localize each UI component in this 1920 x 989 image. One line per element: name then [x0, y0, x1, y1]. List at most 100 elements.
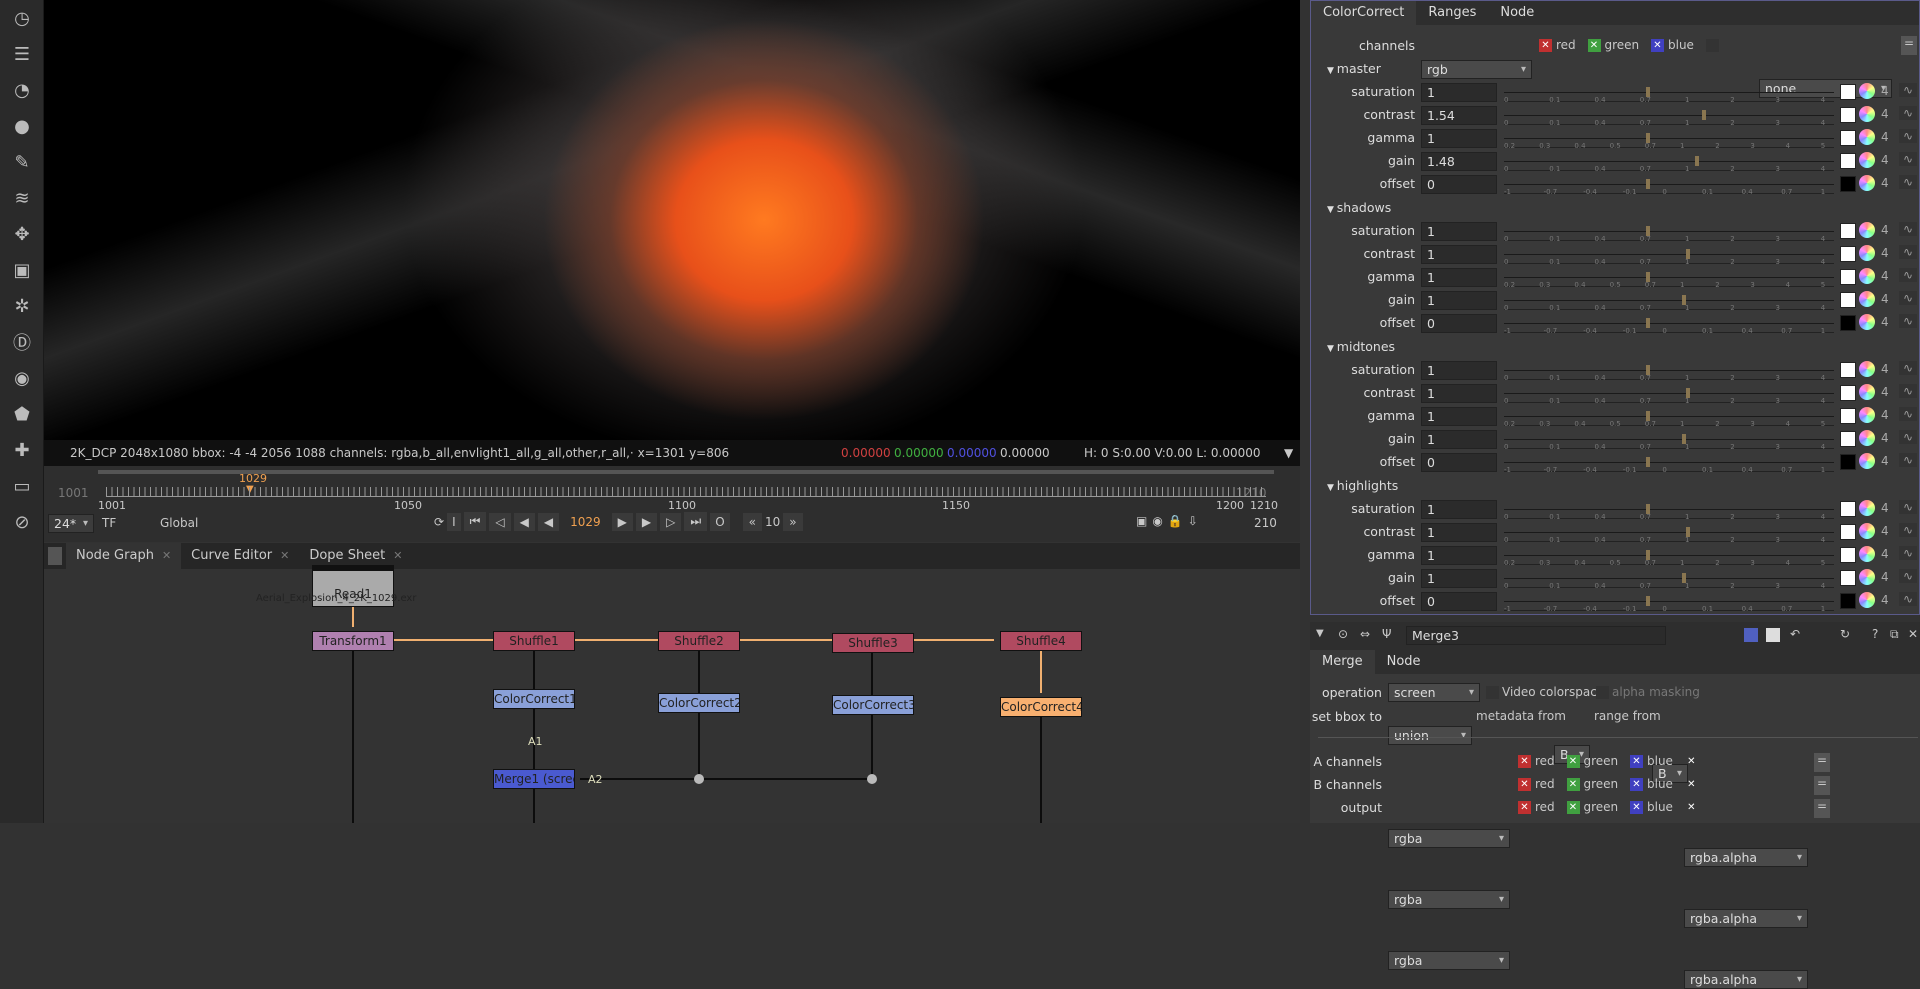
red-checkbox[interactable]: ✕: [1518, 778, 1531, 791]
slider-handle[interactable]: [1645, 550, 1650, 560]
shadows-contrast-field[interactable]: 1: [1421, 245, 1497, 264]
node-transform1[interactable]: Transform1: [312, 631, 394, 651]
float-icon[interactable]: ⧉: [1890, 627, 1899, 642]
mask-dropdown[interactable]: rgba.alpha: [1684, 970, 1808, 989]
move-icon[interactable]: ✥: [0, 216, 44, 252]
color-picker-icon[interactable]: [1859, 546, 1875, 562]
out-point-button[interactable]: O: [710, 512, 730, 531]
close-icon[interactable]: ✕: [1908, 627, 1918, 641]
drive-icon[interactable]: ▭: [0, 468, 44, 504]
alpha-masking-checkbox[interactable]: [1596, 686, 1609, 699]
node-merge1[interactable]: Merge1 (screen): [493, 769, 575, 789]
curve-icon[interactable]: ∿: [1899, 129, 1917, 143]
color-swatch[interactable]: [1840, 315, 1856, 331]
section-master[interactable]: ▼ master: [1327, 61, 1381, 76]
channel-count[interactable]: 4: [1881, 315, 1889, 329]
color-swatch[interactable]: [1840, 292, 1856, 308]
channel-count[interactable]: 4: [1881, 246, 1889, 260]
color-swatch[interactable]: [1840, 454, 1856, 470]
slider-handle[interactable]: [1695, 156, 1700, 166]
channel-count[interactable]: 4: [1881, 84, 1889, 98]
skip-forward-icon[interactable]: »: [783, 512, 803, 531]
tab-merge[interactable]: Merge: [1310, 650, 1375, 674]
curve-icon[interactable]: ∿: [1899, 314, 1917, 328]
link-button[interactable]: =: [1814, 753, 1830, 772]
eye-icon[interactable]: ◉: [0, 360, 44, 396]
color-picker-icon[interactable]: [1859, 175, 1875, 191]
channel-count[interactable]: 4: [1881, 107, 1889, 121]
channels-dropdown[interactable]: rgb: [1421, 60, 1532, 79]
undo-icon[interactable]: ↶: [1790, 627, 1800, 641]
frame-range-field[interactable]: 210: [1254, 516, 1277, 530]
tab-colorcorrect[interactable]: ColorCorrect: [1311, 1, 1417, 25]
slider-handle[interactable]: [1645, 504, 1650, 514]
highlights-contrast-slider[interactable]: 0 0.1 0.4 0.7 1 2 3 4: [1504, 523, 1834, 544]
node-shuffle1[interactable]: Shuffle1: [493, 631, 575, 651]
start-frame[interactable]: 1001: [58, 486, 89, 500]
shadows-offset-slider[interactable]: -1 -0.7 -0.4 -0.1 0 0.1 0.4 0.7 1: [1504, 314, 1834, 335]
midtones-saturation-field[interactable]: 1: [1421, 361, 1497, 380]
section-shadows[interactable]: ▼ shadows: [1327, 200, 1391, 215]
paint-icon[interactable]: ✎: [0, 144, 44, 180]
color-picker-icon[interactable]: [1859, 222, 1875, 238]
channel-count[interactable]: 4: [1881, 570, 1889, 584]
collapse-icon[interactable]: ▼: [1327, 344, 1337, 354]
global-dropdown[interactable]: Global: [160, 516, 198, 530]
color-swatch[interactable]: [1840, 362, 1856, 378]
color-picker-icon[interactable]: [1859, 523, 1875, 539]
shadows-gamma-field[interactable]: 1: [1421, 268, 1497, 287]
slider-handle[interactable]: [1685, 388, 1690, 398]
shadows-offset-field[interactable]: 0: [1421, 314, 1497, 333]
channels-dropdown[interactable]: rgba: [1388, 890, 1510, 909]
shadows-saturation-field[interactable]: 1: [1421, 222, 1497, 241]
master-gain-field[interactable]: 1.48: [1421, 152, 1497, 171]
channel-count[interactable]: 4: [1881, 431, 1889, 445]
alpha-checkbox[interactable]: ✕: [1685, 778, 1698, 791]
tab-node[interactable]: Node: [1488, 1, 1546, 25]
slider-handle[interactable]: [1645, 272, 1650, 282]
slider-handle[interactable]: [1682, 434, 1687, 444]
step-forward-icon[interactable]: ▶: [635, 512, 658, 531]
step-back-icon[interactable]: ◀: [513, 512, 535, 531]
color-picker-icon[interactable]: [1859, 384, 1875, 400]
curve-icon[interactable]: ∿: [1899, 291, 1917, 305]
curve-icon[interactable]: ∿: [1899, 106, 1917, 120]
blue-checkbox[interactable]: ✕: [1651, 39, 1664, 52]
red-checkbox[interactable]: ✕: [1518, 755, 1531, 768]
red-checkbox[interactable]: ✕: [1539, 39, 1552, 52]
curve-icon[interactable]: ∿: [1899, 500, 1917, 514]
play-forward-icon[interactable]: ▶: [611, 512, 633, 531]
color-swatch[interactable]: [1840, 593, 1856, 609]
color-picker-icon[interactable]: [1859, 268, 1875, 284]
node-shuffle4[interactable]: Shuffle4: [1000, 631, 1082, 651]
green-checkbox[interactable]: ✕: [1566, 778, 1580, 791]
midtones-contrast-slider[interactable]: 0 0.1 0.4 0.7 1 2 3 4: [1504, 384, 1834, 405]
video-colorspace-checkbox[interactable]: [1486, 686, 1499, 699]
clock-icon[interactable]: ◷: [0, 0, 44, 36]
midtones-gamma-slider[interactable]: 0.2 0.3 0.4 0.5 0.7 1 2 3 4 5: [1504, 407, 1834, 428]
close-icon[interactable]: ✕: [393, 543, 402, 569]
slider-handle[interactable]: [1645, 596, 1650, 606]
channels-dropdown[interactable]: rgba: [1388, 829, 1510, 848]
slider-handle[interactable]: [1645, 226, 1650, 236]
highlights-gamma-slider[interactable]: 0.2 0.3 0.4 0.5 0.7 1 2 3 4 5: [1504, 546, 1834, 567]
color-swatch[interactable]: [1840, 524, 1856, 540]
section-midtones[interactable]: ▼ midtones: [1327, 339, 1395, 354]
slider-handle[interactable]: [1685, 249, 1690, 259]
curve-icon[interactable]: ∿: [1899, 268, 1917, 282]
curve-icon[interactable]: ∿: [1899, 523, 1917, 537]
curve-icon[interactable]: ∿: [1899, 361, 1917, 375]
slider-handle[interactable]: [1645, 457, 1650, 467]
master-gamma-slider[interactable]: 0.2 0.3 0.4 0.5 0.7 1 2 3 4 5: [1504, 129, 1834, 150]
color-picker-icon[interactable]: [1859, 500, 1875, 516]
deep-icon[interactable]: Ⓓ: [0, 324, 44, 360]
play-mode-icon[interactable]: ▣: [1136, 514, 1147, 528]
channel-count[interactable]: 4: [1881, 408, 1889, 422]
highlights-contrast-field[interactable]: 1: [1421, 523, 1497, 542]
tab-node-graph[interactable]: Node Graph ✕: [66, 543, 182, 569]
highlights-saturation-slider[interactable]: 0 0.1 0.4 0.7 1 2 3 4: [1504, 500, 1834, 521]
bbox-dropdown[interactable]: union: [1388, 726, 1472, 745]
color-swatch[interactable]: [1840, 385, 1856, 401]
curve-icon[interactable]: ∿: [1899, 245, 1917, 259]
view-icon[interactable]: ⊙: [1338, 627, 1348, 641]
